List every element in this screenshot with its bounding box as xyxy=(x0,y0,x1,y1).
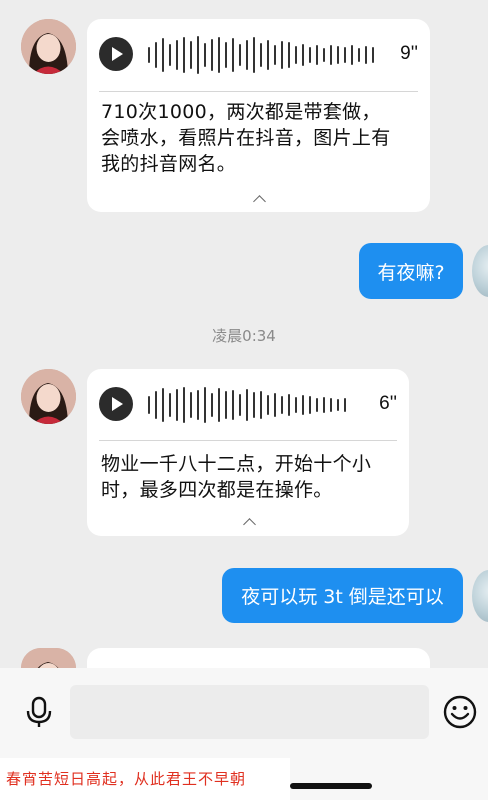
emoji-icon[interactable] xyxy=(442,694,478,730)
microphone-icon[interactable] xyxy=(22,695,56,729)
collapse-chevron-icon[interactable] xyxy=(243,518,256,531)
waveform-bar xyxy=(358,48,360,62)
waveform-bar xyxy=(281,41,283,69)
waveform-bar xyxy=(288,394,290,416)
user-avatar[interactable] xyxy=(472,570,488,622)
voice-message-bubble[interactable] xyxy=(87,648,430,668)
waveform-bar xyxy=(281,396,283,414)
waveform-bar xyxy=(267,395,269,415)
outgoing-message-bubble[interactable]: 夜可以玩 3t 倒是还可以 xyxy=(222,568,463,623)
waveform-bar xyxy=(295,46,297,64)
waveform-bar xyxy=(211,39,213,71)
play-icon[interactable] xyxy=(99,37,133,71)
play-icon[interactable] xyxy=(99,387,133,421)
contact-avatar[interactable] xyxy=(21,19,76,74)
waveform-bar xyxy=(162,388,164,422)
voice-message-bubble[interactable]: 6'' 物业一千八十二点，开始十个小 时，最多四次都是在操作。 xyxy=(87,369,409,536)
waveform-bar xyxy=(239,44,241,66)
waveform-bar xyxy=(330,398,332,412)
waveform-bar xyxy=(253,392,255,418)
waveform-bar xyxy=(183,387,185,423)
user-avatar[interactable] xyxy=(472,245,488,297)
contact-avatar[interactable] xyxy=(21,369,76,424)
home-indicator[interactable] xyxy=(290,783,372,789)
waveform-bar xyxy=(211,393,213,417)
waveform-bar xyxy=(351,45,353,65)
voice-duration: 9'' xyxy=(400,43,418,64)
waveform-bar xyxy=(218,388,220,422)
voice-duration: 6'' xyxy=(379,393,397,414)
waveform-bar xyxy=(246,389,248,421)
voice-transcript: 物业一千八十二点，开始十个小 时，最多四次都是在操作。 xyxy=(101,453,372,501)
divider xyxy=(99,440,397,441)
waveform-bar xyxy=(232,390,234,420)
waveform-bar xyxy=(232,38,234,72)
collapse-chevron-icon[interactable] xyxy=(253,195,266,208)
waveform-bar xyxy=(316,45,318,65)
waveform-bar xyxy=(323,397,325,413)
waveform-bar xyxy=(309,47,311,63)
waveform-bar xyxy=(288,42,290,68)
waveform-bar xyxy=(267,40,269,70)
waveform-bar xyxy=(148,396,150,414)
waveform-bar xyxy=(344,398,346,412)
waveform-bar xyxy=(344,47,346,63)
waveform-bar xyxy=(302,395,304,415)
waveform-bar xyxy=(155,42,157,68)
message-text: 有夜嘛? xyxy=(377,261,445,284)
waveform-bar xyxy=(260,391,262,419)
waveform-bar xyxy=(337,399,339,411)
waveform-bar xyxy=(162,38,164,72)
waveform-bar xyxy=(176,389,178,421)
waveform-bar xyxy=(197,36,199,74)
waveform-bar xyxy=(148,47,150,63)
waveform-bar xyxy=(246,40,248,70)
waveform-bar xyxy=(295,397,297,413)
waveform-bar xyxy=(274,45,276,65)
waveform-bar xyxy=(218,37,220,73)
waveform-bar xyxy=(225,42,227,68)
divider xyxy=(99,91,418,92)
waveform-bar xyxy=(372,47,374,63)
waveform-bar xyxy=(190,392,192,418)
waveform-bar xyxy=(302,44,304,66)
watermark-caption: 春宵苦短日高起，从此君王不早朝 xyxy=(0,758,290,800)
waveform-bar xyxy=(330,45,332,65)
waveform-bar xyxy=(323,48,325,62)
message-timestamp: 凌晨0:34 xyxy=(212,327,276,345)
waveform-bar xyxy=(365,46,367,64)
outgoing-message-bubble[interactable]: 有夜嘛? xyxy=(359,243,463,299)
message-text: 夜可以玩 3t 倒是还可以 xyxy=(241,586,444,608)
voice-transcript: 710次1000，两次都是带套做， 会喷水，看照片在抖音，图片上有 我的抖音网名… xyxy=(101,101,391,175)
waveform-bar xyxy=(239,394,241,416)
waveform-bar xyxy=(274,393,276,417)
waveform-bar xyxy=(155,391,157,419)
waveform-bar xyxy=(204,43,206,67)
waveform-bar xyxy=(253,37,255,73)
waveform-bar xyxy=(337,46,339,64)
waveform-bar xyxy=(309,396,311,414)
waveform-bar xyxy=(190,41,192,69)
waveform-bar xyxy=(316,398,318,412)
waveform-bar xyxy=(260,43,262,67)
contact-avatar[interactable] xyxy=(21,648,76,668)
waveform-bar xyxy=(225,391,227,419)
waveform-bar xyxy=(204,387,206,423)
waveform-bar xyxy=(176,40,178,70)
voice-message-bubble[interactable]: 9'' 710次1000，两次都是带套做， 会喷水，看照片在抖音，图片上有 我的… xyxy=(87,19,430,212)
waveform-bar xyxy=(197,390,199,420)
waveform-bar xyxy=(169,393,171,417)
message-input[interactable] xyxy=(70,685,429,739)
waveform-bar xyxy=(169,44,171,66)
waveform-bar xyxy=(183,37,185,73)
